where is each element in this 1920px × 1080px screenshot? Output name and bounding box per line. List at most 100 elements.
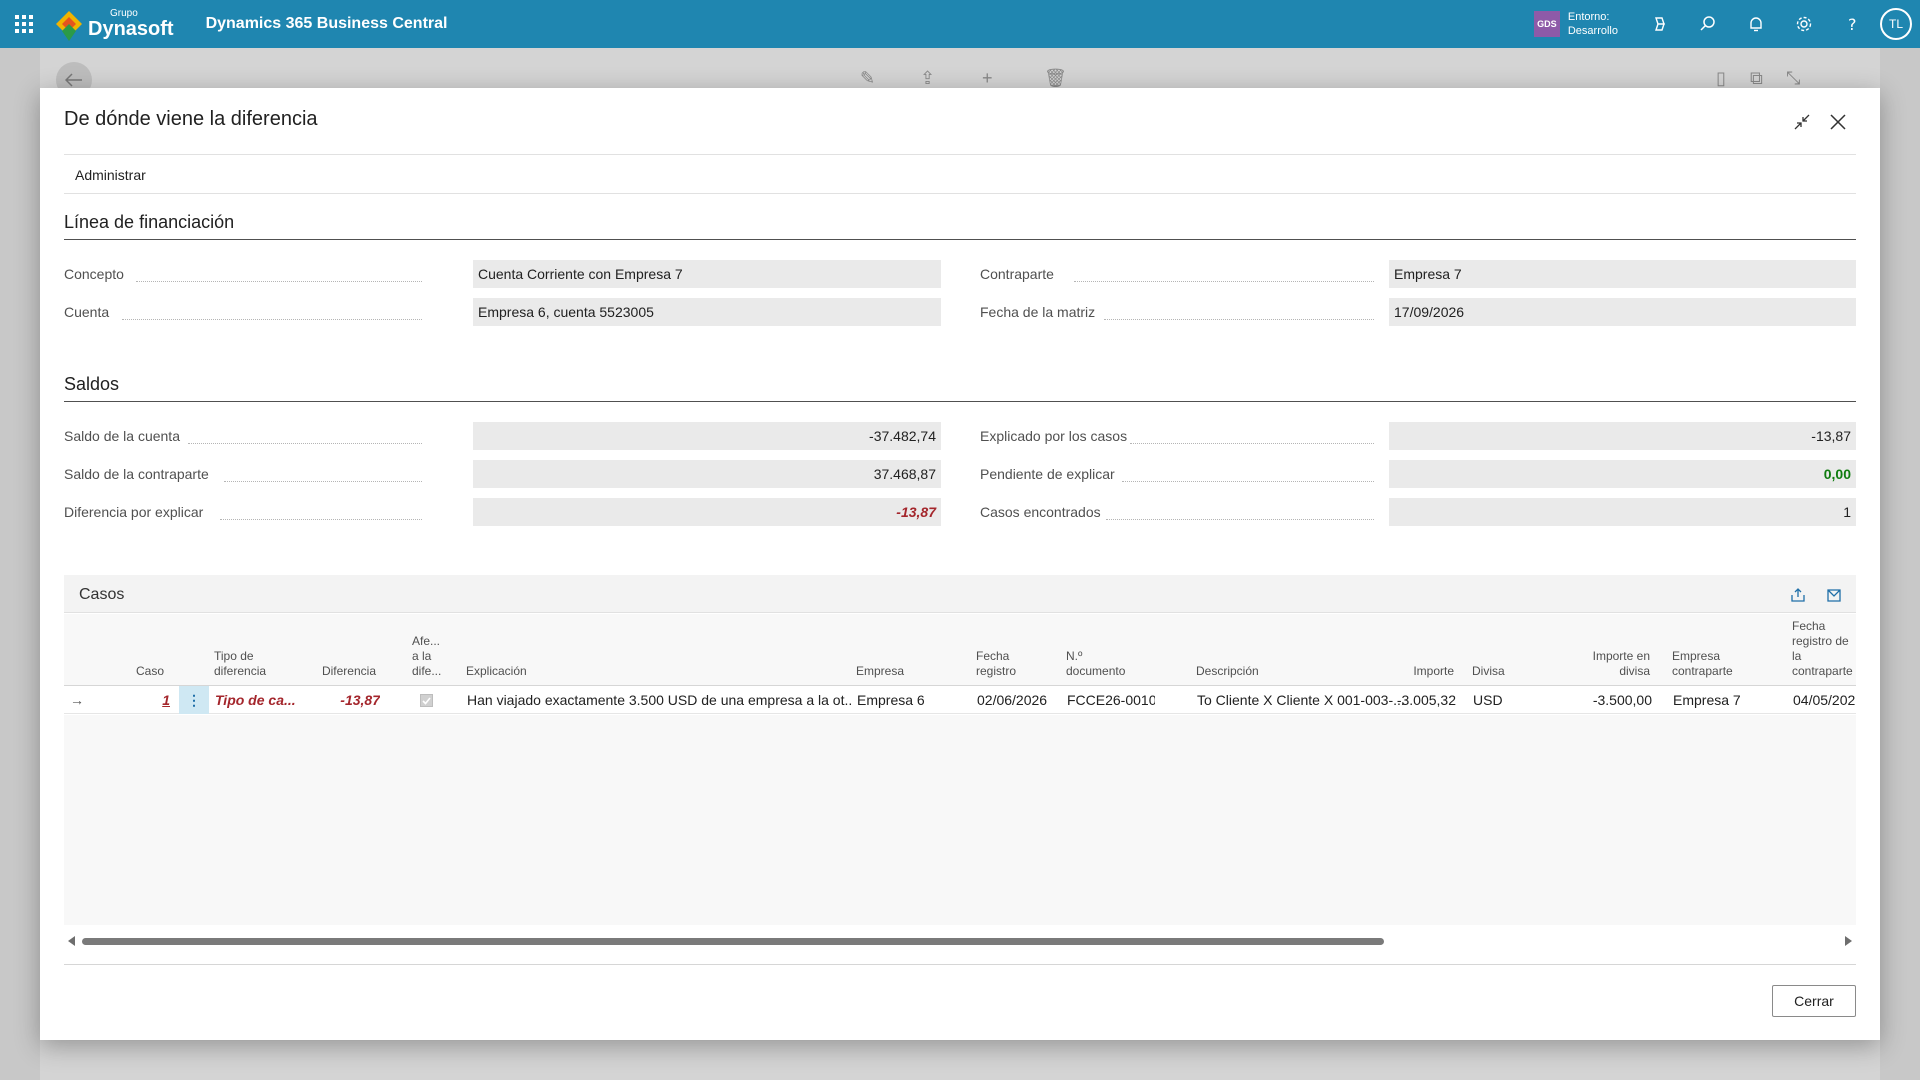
column-header-divisa[interactable]: Divisa — [1472, 664, 1522, 679]
checkbox-checked-icon[interactable] — [419, 693, 433, 707]
cell-divisa[interactable]: USD — [1473, 686, 1523, 714]
column-header-diferencia[interactable]: Diferencia — [310, 664, 376, 679]
column-header-afecta[interactable]: Afe... a la dife... — [412, 634, 446, 679]
plus-icon: + — [982, 68, 993, 88]
dynasoft-logo-icon — [54, 9, 84, 41]
leader-dots — [1130, 443, 1374, 444]
column-header-fecha-registro[interactable]: Fecha registro — [976, 649, 1030, 679]
column-header-tipo[interactable]: Tipo de diferencia — [214, 649, 284, 679]
open-new-window-icon: ⧉ — [1750, 68, 1763, 88]
fecha-matriz-field[interactable]: 17/09/2026 — [1389, 298, 1856, 326]
leader-dots — [224, 481, 422, 482]
column-header-explicacion[interactable]: Explicación — [466, 664, 586, 679]
edit-icon: ✎ — [860, 68, 876, 88]
pendiente-value: 0,00 — [1823, 466, 1851, 482]
explicado-field[interactable]: -13,87 — [1389, 422, 1856, 450]
user-avatar[interactable]: TL — [1880, 8, 1912, 40]
diferencia-label: Diferencia por explicar — [64, 504, 204, 520]
logo-name: Dynasoft — [88, 18, 174, 40]
section-divider — [64, 401, 1856, 402]
column-header-importe[interactable]: Importe — [1394, 664, 1454, 679]
leader-dots — [1122, 481, 1374, 482]
leader-dots — [122, 319, 422, 320]
collapse-dialog-icon[interactable] — [1788, 108, 1816, 136]
cell-afecta[interactable] — [416, 686, 436, 714]
close-button[interactable]: Cerrar — [1772, 985, 1856, 1017]
environment-badge[interactable]: GDS — [1533, 11, 1560, 37]
row-arrow-icon: → — [70, 692, 84, 708]
scroll-left-icon[interactable] — [68, 936, 76, 946]
environment-label-line2: Desarrollo — [1567, 25, 1618, 37]
cell-fecha-contraparte[interactable]: 04/05/202 — [1793, 686, 1856, 714]
cell-n-documento[interactable]: FCCE26-0010 — [1067, 686, 1155, 714]
share-icon: ⇪ — [920, 68, 936, 88]
saldo-contraparte-label: Saldo de la contraparte — [64, 466, 209, 482]
close-dialog-icon[interactable] — [1824, 108, 1852, 136]
environment-label[interactable]: Entorno: Desarrollo — [1568, 10, 1618, 38]
scrollbar-thumb[interactable] — [82, 938, 1384, 945]
bell-icon[interactable] — [1732, 0, 1780, 48]
pendiente-label: Pendiente de explicar — [980, 466, 1115, 482]
dialog-title: De dónde viene la diferencia — [64, 108, 318, 130]
section-title-saldos: Saldos — [64, 374, 120, 394]
app-launcher-icon[interactable] — [0, 0, 48, 48]
column-header-empresa[interactable]: Empresa — [856, 664, 936, 679]
cell-diferencia[interactable]: -13,87 — [310, 686, 380, 714]
copilot-icon[interactable] — [1636, 0, 1684, 48]
open-in-new-icon[interactable] — [1822, 583, 1846, 607]
saldo-cuenta-label: Saldo de la cuenta — [64, 428, 180, 444]
casos-part-title[interactable]: Casos — [79, 586, 124, 604]
fecha-matriz-label: Fecha de la matriz — [980, 304, 1096, 320]
leader-dots — [136, 281, 422, 282]
section-divider — [64, 239, 1856, 240]
gear-icon[interactable] — [1780, 0, 1828, 48]
cuenta-label: Cuenta — [64, 304, 110, 320]
menu-administrar[interactable]: Administrar — [75, 167, 146, 183]
table-row[interactable]: → 1 ⋮ Tipo de ca... -13,87 Han viajado e… — [64, 686, 1856, 714]
cell-caso[interactable]: 1 — [136, 686, 170, 714]
concepto-field[interactable]: Cuenta Corriente con Empresa 7 — [473, 260, 941, 288]
bookmark-icon: ▯ — [1716, 68, 1726, 88]
saldo-contraparte-field[interactable]: 37.468,87 — [473, 460, 941, 488]
casos-encontrados-label: Casos encontrados — [980, 504, 1101, 520]
column-header-fecha-contraparte[interactable]: Fecha registro de la contraparte — [1792, 619, 1856, 679]
cell-fecha-registro[interactable]: 02/06/2026 — [977, 686, 1061, 714]
column-header-n-documento[interactable]: N.º documento — [1066, 649, 1136, 679]
app-title: Dynamics 365 Business Central — [205, 15, 448, 32]
casos-encontrados-field[interactable]: 1 — [1389, 498, 1856, 526]
column-header-importe-divisa[interactable]: Importe en divisa — [1560, 649, 1650, 679]
help-icon[interactable]: ? — [1828, 0, 1876, 48]
horizontal-scrollbar[interactable] — [64, 935, 1856, 947]
cell-empresa-contraparte[interactable]: Empresa 7 — [1673, 686, 1773, 714]
column-header-descripcion[interactable]: Descripción — [1196, 664, 1316, 679]
environment-label-line1: Entorno: — [1567, 11, 1610, 23]
cuenta-field[interactable]: Empresa 6, cuenta 5523005 — [473, 298, 941, 326]
column-header-empresa-contraparte[interactable]: Empresa contraparte — [1672, 649, 1748, 679]
contraparte-field[interactable]: Empresa 7 — [1389, 260, 1856, 288]
diferencia-value: -13,87 — [896, 504, 936, 520]
footer-divider — [64, 964, 1856, 965]
company-logo[interactable]: Grupo Dynasoft — [54, 9, 174, 41]
leader-dots — [1074, 281, 1374, 282]
grid-empty-area — [64, 715, 1856, 925]
row-menu-icon[interactable]: ⋮ — [179, 686, 209, 714]
share-icon[interactable] — [1786, 583, 1810, 607]
diferencia-field[interactable]: -13,87 — [473, 498, 941, 526]
leader-dots — [1106, 519, 1374, 520]
pendiente-field[interactable]: 0,00 — [1389, 460, 1856, 488]
cell-explicacion[interactable]: Han viajado exactamente 3.500 USD de una… — [467, 686, 851, 714]
cell-tipo[interactable]: Tipo de ca... — [215, 686, 305, 714]
concepto-label: Concepto — [64, 266, 124, 282]
grid-header: Caso Tipo de diferencia Diferencia Afe..… — [64, 614, 1856, 686]
cell-importe-divisa[interactable]: -3.500,00 — [1550, 686, 1652, 714]
collapse-icon: ⤡ — [1786, 68, 1801, 88]
cell-importe[interactable]: -3.005,32 — [1374, 686, 1456, 714]
leader-dots — [1104, 319, 1374, 320]
leader-dots — [188, 443, 422, 444]
column-header-caso[interactable]: Caso — [136, 664, 164, 679]
casos-part: Casos Caso Tipo de diferencia Diferencia… — [64, 575, 1856, 953]
scroll-right-icon[interactable] — [1844, 936, 1852, 946]
search-icon[interactable] — [1684, 0, 1732, 48]
cell-empresa[interactable]: Empresa 6 — [857, 686, 957, 714]
saldo-cuenta-field[interactable]: -37.482,74 — [473, 422, 941, 450]
